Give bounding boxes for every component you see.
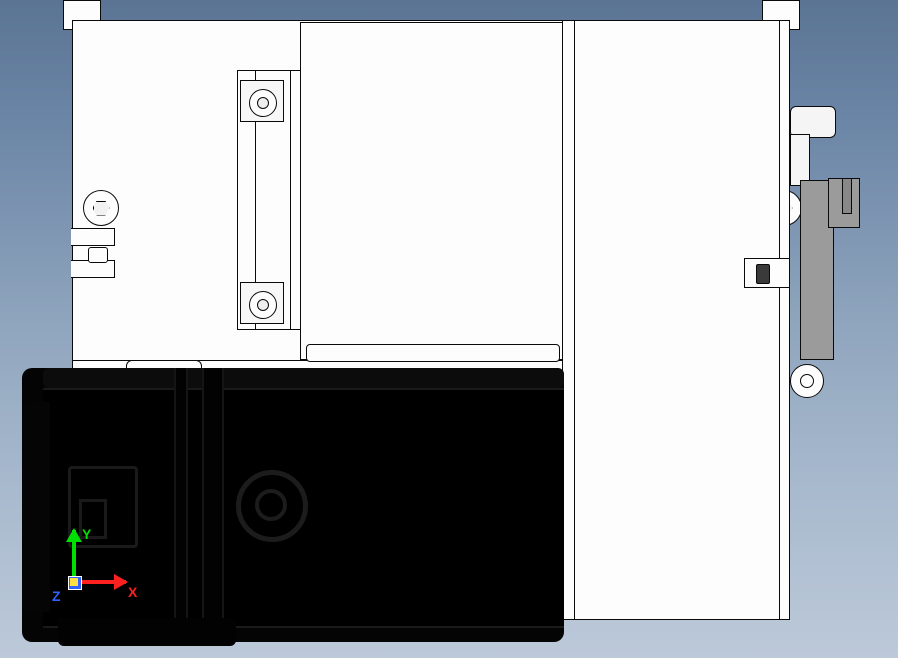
axis-y-label: Y: [82, 526, 91, 542]
socket-bolt-icon: [240, 282, 284, 324]
center-raised-plate: [300, 22, 564, 360]
left-notch-upper: [71, 228, 115, 246]
connector-pin-shaft: [790, 134, 810, 186]
bracket-edge-a: [290, 70, 291, 330]
right-column-edges: [574, 20, 780, 620]
cad-viewport[interactable]: Y X Z: [0, 0, 898, 658]
right-notch-slot: [756, 264, 770, 284]
motor-top-rail: [43, 368, 564, 388]
side-bracket-notch: [842, 178, 852, 214]
triad-origin-icon: [68, 576, 82, 590]
axis-y-arrow-icon: [72, 530, 76, 582]
socket-bolt-icon: [240, 80, 284, 122]
motor-end-cap: [22, 402, 50, 612]
left-notch-slot: [88, 247, 108, 263]
hex-bolt-icon: [83, 190, 119, 226]
motor-clamp-band: [174, 368, 188, 642]
ring-feature-icon: [790, 364, 824, 398]
center-plate-lip: [306, 344, 560, 362]
axis-z-label: Z: [52, 588, 61, 604]
ring-feature-icon: [236, 470, 308, 542]
motor-clamp-band: [202, 368, 224, 642]
motor-base-foot: [58, 618, 236, 646]
orientation-triad-icon[interactable]: Y X Z: [50, 530, 130, 620]
axis-x-label: X: [128, 584, 137, 600]
